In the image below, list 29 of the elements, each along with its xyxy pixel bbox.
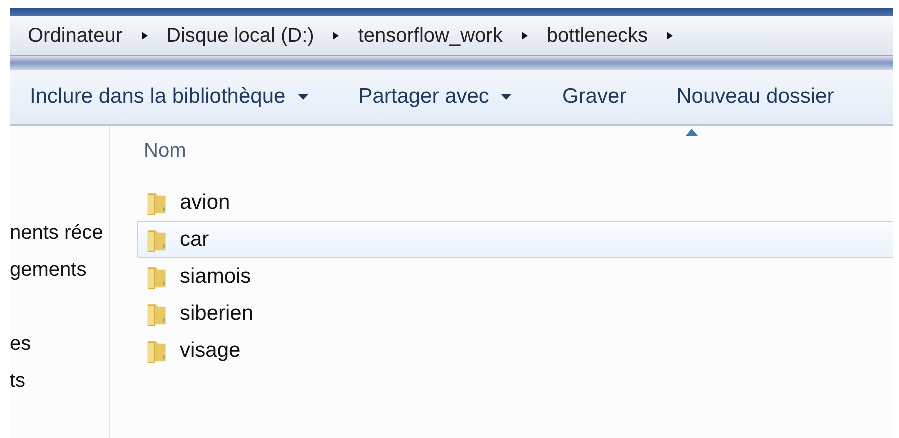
nav-item[interactable]: es: [10, 332, 109, 356]
folder-name: siamois: [180, 264, 252, 290]
folder-name: visage: [180, 338, 241, 364]
nav-item[interactable]: ts: [10, 369, 109, 393]
toolbar-button[interactable]: Nouveau dossier: [676, 81, 834, 113]
folder-name: siberien: [180, 300, 254, 327]
breadcrumb-item[interactable]: Ordinateur: [28, 20, 122, 50]
column-header[interactable]: Nom: [144, 136, 186, 166]
toolbar-button[interactable]: Inclure dans la bibliothèque: [30, 81, 309, 113]
folder-name: avion: [180, 190, 230, 216]
file-row[interactable]: car: [137, 221, 893, 258]
caret-icon: [501, 94, 512, 100]
nav-item[interactable]: nents réce: [10, 221, 109, 245]
chevron-right-icon: [140, 30, 148, 40]
folder-name: car: [180, 226, 210, 253]
breadcrumb-item[interactable]: Disque local (D:): [166, 20, 314, 50]
chevron-right-icon: [666, 30, 674, 40]
chevron-right-icon: [520, 30, 529, 40]
chevron-right-icon: [332, 30, 340, 40]
file-row[interactable]: avion: [137, 184, 893, 221]
toolbar-button[interactable]: Partager avec: [358, 81, 512, 113]
file-row[interactable]: siberien: [137, 295, 893, 332]
breadcrumb-item[interactable]: bottlenecks: [546, 20, 648, 50]
nav-item[interactable]: gements: [10, 258, 109, 282]
file-row[interactable]: visage: [137, 332, 893, 369]
caret-icon: [298, 94, 309, 100]
toolbar-button[interactable]: Graver: [562, 81, 627, 113]
breadcrumb-item[interactable]: tensorflow_work: [358, 20, 503, 50]
file-row[interactable]: siamois: [137, 258, 893, 295]
